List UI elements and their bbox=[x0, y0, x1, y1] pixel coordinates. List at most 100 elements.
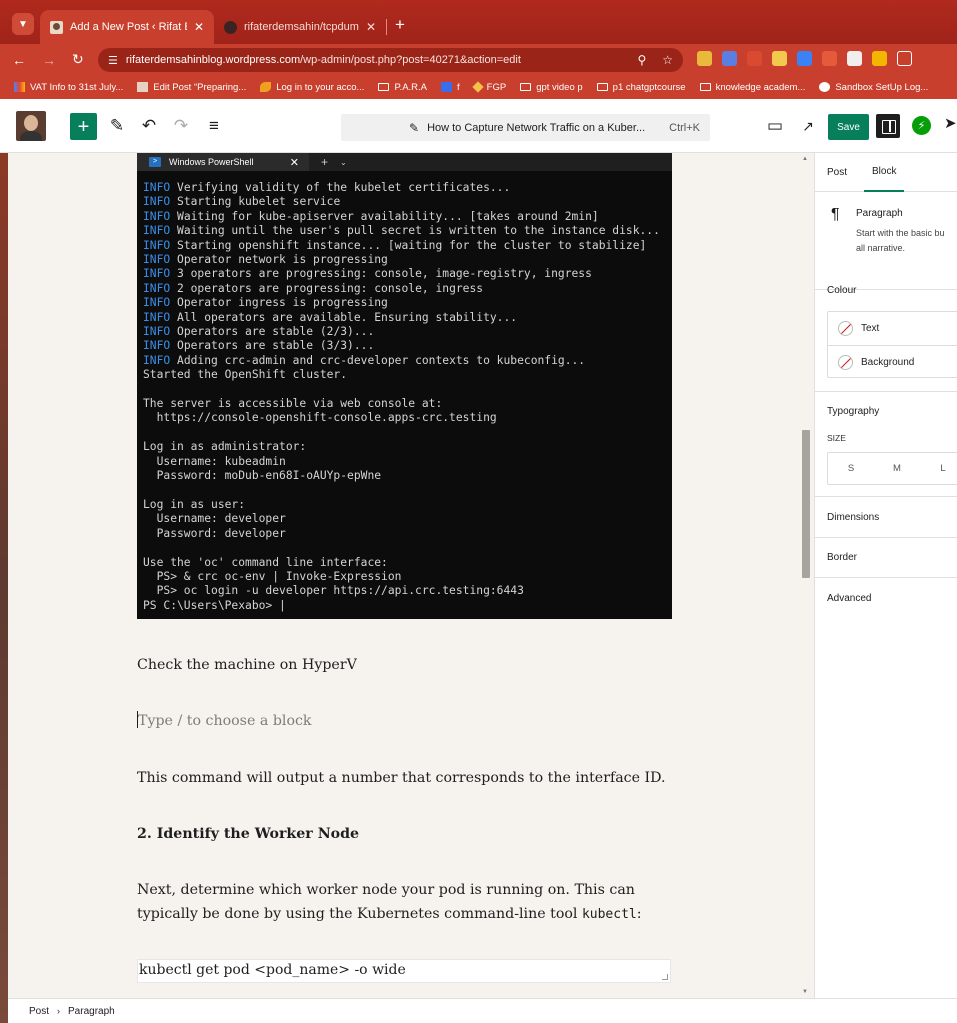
site-icon-avatar[interactable] bbox=[16, 111, 46, 141]
log-text: Verifying validity of the kubelet certif… bbox=[170, 181, 511, 194]
gmail-icon bbox=[14, 82, 25, 92]
tab-block[interactable]: Block bbox=[864, 153, 905, 192]
divider bbox=[815, 577, 957, 578]
terminal-line: PS> & crc oc-env | Invoke-Expression bbox=[143, 570, 672, 584]
terminal-line: INFO Verifying validity of the kubelet c… bbox=[143, 181, 672, 195]
jetpack-icon[interactable]: ⚡ bbox=[912, 116, 931, 135]
extension-6-icon[interactable] bbox=[822, 51, 837, 66]
extension-2-icon[interactable] bbox=[722, 51, 737, 66]
tab-title: Add a New Post ‹ Rifat Erdem S bbox=[70, 21, 187, 33]
browser-tab-active[interactable]: Add a New Post ‹ Rifat Erdem S ✕ bbox=[40, 10, 214, 44]
log-text: Waiting until the user's pull secret is … bbox=[170, 224, 660, 238]
no-colour-swatch-icon bbox=[838, 321, 853, 336]
dimensions-panel-title[interactable]: Dimensions bbox=[827, 512, 879, 523]
paragraph-output[interactable]: This command will output a number that c… bbox=[137, 766, 666, 790]
document-title: How to Capture Network Traffic on a Kube… bbox=[427, 121, 646, 134]
extensions-puzzle-icon[interactable] bbox=[897, 51, 912, 66]
block-inserter-button[interactable]: + bbox=[70, 113, 97, 140]
paragraph-hyperv[interactable]: Check the machine on HyperV bbox=[137, 653, 357, 677]
tab-close-icon[interactable]: ✕ bbox=[366, 20, 376, 34]
tab-close-icon[interactable]: ✕ bbox=[194, 20, 204, 34]
tab-favicon-avatar-icon bbox=[50, 20, 63, 34]
resize-grip-icon[interactable] bbox=[662, 974, 668, 980]
terminal-tab: > Windows PowerShell ✕ bbox=[137, 153, 309, 171]
document-overview-icon[interactable]: ≡ bbox=[201, 113, 227, 139]
font-size-picker: S M L bbox=[827, 452, 957, 485]
document-title-bar[interactable]: ✎ How to Capture Network Traffic on a Ku… bbox=[341, 114, 710, 141]
redo-icon[interactable]: ↷ bbox=[168, 113, 194, 139]
terminal-line: INFO Operator ingress is progressing bbox=[143, 296, 672, 310]
post-title-pen-icon: ✎ bbox=[409, 120, 420, 135]
address-bar[interactable]: ☰ rifaterdemsahinblog.wordpress.com/wp-a… bbox=[98, 48, 683, 72]
terminal-line: PS> oc login -u developer https://api.cr… bbox=[143, 584, 672, 598]
back-arrow-icon[interactable]: ← bbox=[12, 52, 26, 68]
scrollbar-thumb[interactable] bbox=[802, 430, 810, 578]
terminal-line: PS C:\Users\Pexabo> | bbox=[143, 599, 672, 613]
bookmark-item[interactable]: gpt video p bbox=[520, 82, 583, 93]
bookmark-item[interactable]: p1 chatgptcourse bbox=[596, 82, 686, 93]
size-option-s[interactable]: S bbox=[828, 463, 874, 474]
breadcrumb-paragraph[interactable]: Paragraph bbox=[68, 1006, 115, 1017]
browser-tab-inactive[interactable]: rifaterdemsahin/tcpdump: How ✕ bbox=[214, 10, 386, 44]
notion-icon bbox=[441, 82, 453, 92]
log-text: Starting openshift instance... [waiting … bbox=[170, 238, 647, 252]
tools-pen-icon[interactable]: ✎ bbox=[104, 113, 130, 139]
url-host: rifaterdemsahinblog.wordpress.com bbox=[125, 54, 301, 66]
undo-icon[interactable]: ↶ bbox=[136, 113, 162, 139]
log-text: Adding crc-admin and crc-developer conte… bbox=[170, 353, 586, 367]
bookmark-item[interactable]: Edit Post “Preparing... bbox=[137, 82, 246, 93]
extension-7-icon[interactable] bbox=[847, 51, 862, 66]
log-text: The server is accessible via web console… bbox=[143, 397, 443, 411]
save-button[interactable]: Save bbox=[828, 114, 869, 140]
log-level: INFO bbox=[143, 195, 171, 209]
size-option-m[interactable]: M bbox=[874, 463, 920, 474]
settings-sidebar-toggle-icon[interactable] bbox=[876, 114, 900, 138]
size-option-l[interactable]: L bbox=[920, 463, 957, 474]
url-path: /wp-admin/post.php?post=40271&action=edi… bbox=[300, 54, 521, 66]
paragraph-next-line-2: typically be done by using the Kubernete… bbox=[137, 906, 582, 922]
reload-icon[interactable]: ↻ bbox=[72, 51, 84, 68]
bookmark-item[interactable]: P.A.R.A bbox=[378, 82, 427, 93]
colour-text-option[interactable]: Text bbox=[828, 312, 957, 345]
typography-panel-title[interactable]: Typography bbox=[827, 406, 879, 417]
bookmark-item[interactable]: Sandbox SetUp Log... bbox=[819, 82, 928, 93]
advanced-panel-title[interactable]: Advanced bbox=[827, 593, 871, 604]
empty-block-placeholder[interactable]: Type / to choose a block bbox=[137, 709, 312, 733]
extension-3-icon[interactable] bbox=[747, 51, 762, 66]
preview-device-icon[interactable]: ▭ bbox=[762, 113, 788, 139]
new-tab-plus-icon[interactable]: + bbox=[395, 15, 405, 35]
paragraph-next[interactable]: Next, determine which worker node your p… bbox=[137, 878, 642, 927]
colour-background-option[interactable]: Background bbox=[828, 345, 957, 378]
view-post-external-icon[interactable]: ↗ bbox=[795, 113, 821, 139]
tab-post[interactable]: Post bbox=[827, 153, 847, 192]
bookmark-item[interactable]: VAT Info to 31st July... bbox=[14, 82, 123, 93]
more-options-arrow-icon[interactable]: ➤ bbox=[944, 114, 957, 132]
log-text: All operators are available. Ensuring st… bbox=[170, 310, 518, 324]
extension-4-icon[interactable] bbox=[772, 51, 787, 66]
zoom-icon[interactable]: ⚲ bbox=[637, 53, 646, 67]
tab-search-chevron-icon[interactable]: ▼ bbox=[12, 13, 34, 35]
scroll-down-arrow-icon[interactable]: ▼ bbox=[802, 989, 808, 995]
heading-identify-worker[interactable]: 2. Identify the Worker Node bbox=[137, 822, 359, 846]
bookmark-item[interactable]: f bbox=[441, 82, 460, 93]
bookmark-item[interactable]: knowledge academ... bbox=[699, 82, 805, 93]
scroll-up-arrow-icon[interactable]: ▲ bbox=[802, 156, 808, 162]
editor-canvas[interactable]: > Windows PowerShell ✕ + ⌄ INFO Verifyin… bbox=[8, 153, 814, 998]
extension-8-icon[interactable] bbox=[872, 51, 887, 66]
code-block-kubectl[interactable]: kubectl get pod <pod_name> -o wide bbox=[137, 959, 671, 983]
breadcrumb-post[interactable]: Post bbox=[29, 1006, 49, 1017]
bookmark-item[interactable]: Log in to your acco... bbox=[260, 82, 364, 93]
colour-panel-title[interactable]: Colour bbox=[827, 285, 856, 296]
extension-1-icon[interactable] bbox=[697, 51, 712, 66]
forward-arrow-icon[interactable]: → bbox=[42, 52, 56, 68]
canvas-scrollbar[interactable]: ▲ ▼ bbox=[798, 153, 814, 998]
terminal-screenshot-image[interactable]: > Windows PowerShell ✕ + ⌄ INFO Verifyin… bbox=[137, 153, 672, 619]
extension-5-icon[interactable] bbox=[797, 51, 812, 66]
site-settings-icon[interactable]: ☰ bbox=[108, 54, 118, 67]
log-text: Operators are stable (3/3)... bbox=[170, 339, 375, 353]
bookmark-star-icon[interactable]: ☆ bbox=[662, 53, 673, 67]
border-panel-title[interactable]: Border bbox=[827, 552, 857, 563]
bookmark-item[interactable]: FGP bbox=[471, 81, 506, 93]
